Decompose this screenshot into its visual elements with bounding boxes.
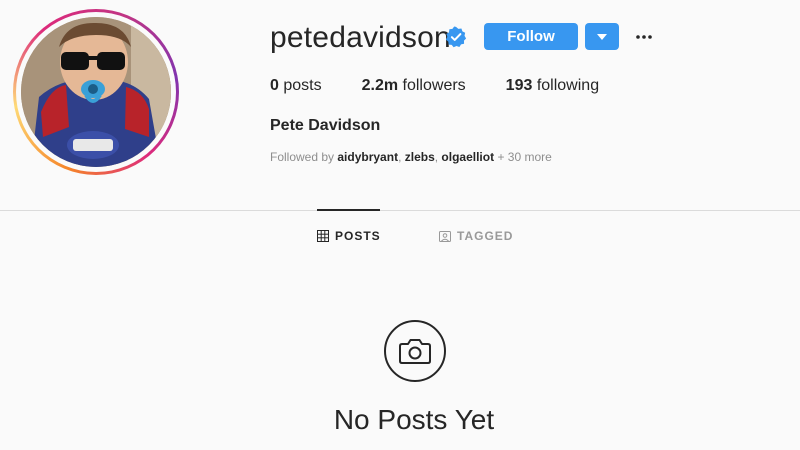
- ellipsis-icon: [636, 34, 652, 39]
- followed-by-text[interactable]: Followed by aidybryant, zlebs, olgaellio…: [270, 150, 552, 164]
- follower-link[interactable]: aidybryant: [337, 150, 398, 164]
- following-stat[interactable]: 193 following: [506, 76, 599, 96]
- grid-icon: [317, 230, 329, 242]
- camera-icon: [399, 339, 431, 364]
- profile-avatar[interactable]: [13, 9, 179, 175]
- followed-by-more[interactable]: + 30 more: [497, 150, 551, 164]
- follower-link[interactable]: zlebs: [405, 150, 435, 164]
- followed-by-prefix: Followed by: [270, 150, 335, 164]
- options-more-button[interactable]: [630, 23, 658, 50]
- posts-count: 0: [270, 77, 279, 94]
- active-tab-indicator: [317, 209, 380, 211]
- profile-full-name: Pete Davidson: [270, 117, 381, 134]
- tagged-icon: [439, 231, 451, 242]
- follower-link[interactable]: olgaelliot: [441, 150, 494, 164]
- posts-stat: 0 posts: [270, 76, 322, 96]
- following-label: following: [536, 77, 600, 94]
- posts-label: posts: [283, 77, 322, 94]
- tab-tagged[interactable]: TAGGED: [439, 229, 513, 243]
- empty-state-title: No Posts Yet: [333, 404, 495, 435]
- empty-state-camera: [384, 320, 446, 382]
- profile-stats: 0 posts 2.2m followers 193 following: [270, 76, 639, 96]
- followers-label: followers: [402, 77, 466, 94]
- tab-tagged-label: TAGGED: [457, 229, 514, 243]
- tab-posts-label: POSTS: [335, 229, 381, 243]
- follow-button[interactable]: Follow: [484, 23, 578, 50]
- tab-posts[interactable]: POSTS: [317, 229, 381, 243]
- caret-down-icon: [597, 33, 607, 40]
- verified-badge-icon: [445, 26, 467, 48]
- suggested-accounts-dropdown-button[interactable]: [585, 23, 619, 50]
- followers-stat[interactable]: 2.2m followers: [362, 76, 466, 96]
- tabs-divider: [0, 210, 800, 211]
- following-count: 193: [505, 77, 533, 94]
- followers-count: 2.2m: [361, 77, 399, 94]
- avatar-photo: [21, 17, 171, 167]
- profile-username: petedavidson: [270, 21, 451, 54]
